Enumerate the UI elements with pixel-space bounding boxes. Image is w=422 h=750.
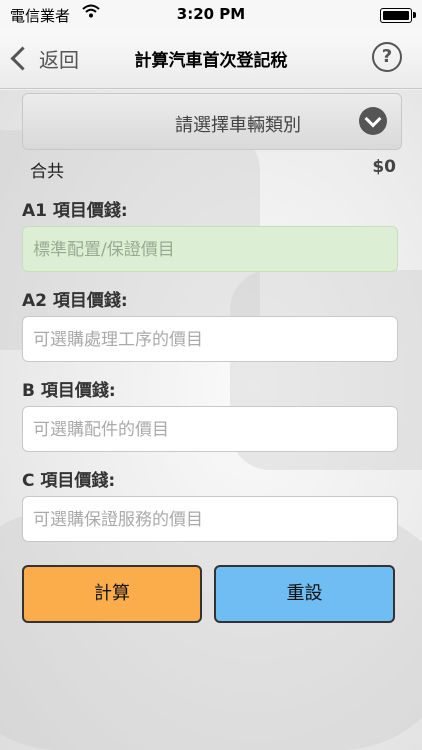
a2-price-input[interactable]: 可選購處理工序的價目	[22, 316, 398, 362]
page-title: 計算汽車首次登記稅	[134, 51, 288, 71]
calculate-button[interactable]: 計算	[22, 565, 202, 623]
navigation-bar: 返回 計算汽車首次登記稅 ?	[0, 30, 422, 89]
battery-icon	[380, 8, 416, 23]
status-bar: 電信業者 3:20 PM	[0, 0, 422, 30]
a1-price-input[interactable]: 標準配置/保證價目	[22, 226, 398, 272]
b-label: B 項目價錢:	[22, 381, 116, 401]
help-button[interactable]: ?	[372, 42, 402, 72]
a2-label: A2 項目價錢:	[22, 291, 128, 311]
total-label: 合共	[30, 162, 64, 182]
c-label: C 項目價錢:	[22, 471, 116, 491]
reset-button[interactable]: 重設	[214, 565, 395, 623]
status-time: 3:20 PM	[176, 5, 246, 23]
b-price-input[interactable]: 可選購配件的價目	[22, 406, 398, 452]
background-shape	[0, 510, 422, 750]
c-price-input[interactable]: 可選購保證服務的價目	[22, 496, 398, 542]
total-value: $0	[372, 157, 396, 177]
chevron-down-icon	[359, 107, 387, 135]
selector-label: 請選擇車輛類別	[175, 115, 301, 136]
a1-label: A1 項目價錢:	[22, 201, 128, 221]
vehicle-category-selector[interactable]: 請選擇車輛類別	[22, 93, 402, 150]
